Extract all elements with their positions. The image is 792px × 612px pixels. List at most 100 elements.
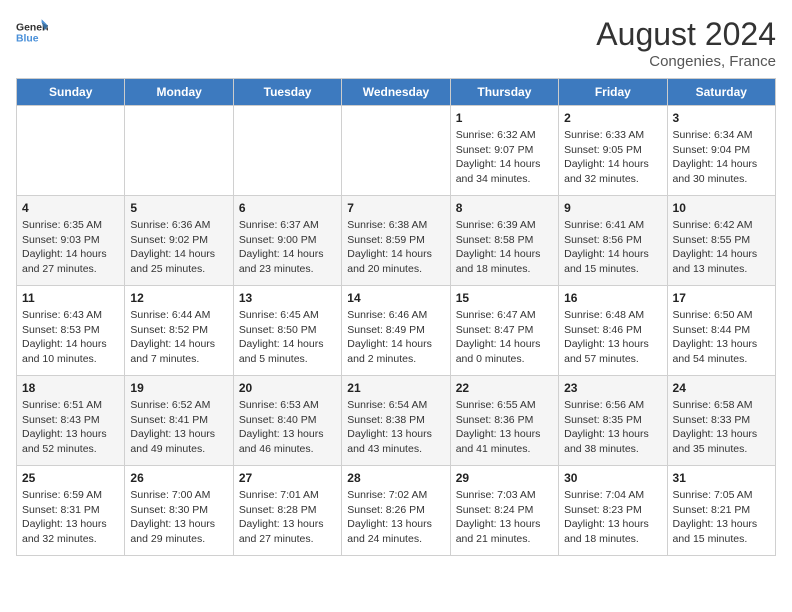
day-of-week-header: Monday (125, 79, 233, 106)
day-info: Sunrise: 6:51 AM Sunset: 8:43 PM Dayligh… (22, 398, 119, 457)
day-number: 29 (456, 471, 553, 485)
calendar-cell (233, 106, 341, 196)
calendar-cell: 28 Sunrise: 7:02 AM Sunset: 8:26 PM Dayli… (342, 466, 450, 556)
calendar-cell: 17Sunrise: 6:50 AM Sunset: 8:44 PM Dayli… (667, 286, 775, 376)
calendar-cell: 14 Sunrise: 6:46 AM Sunset: 8:49 PM Dayli… (342, 286, 450, 376)
day-number: 13 (239, 291, 336, 305)
day-number: 1 (456, 111, 553, 125)
day-info: Sunrise: 7:00 AM Sunset: 8:30 PM Dayligh… (130, 488, 227, 547)
day-number: 20 (239, 381, 336, 395)
day-number: 10 (673, 201, 770, 215)
day-number: 30 (564, 471, 661, 485)
calendar-cell: 18 Sunrise: 6:51 AM Sunset: 8:43 PM Dayli… (17, 376, 125, 466)
day-info: Sunrise: 6:36 AM Sunset: 9:02 PM Dayligh… (130, 218, 227, 277)
day-info: Sunrise: 7:04 AM Sunset: 8:23 PM Dayligh… (564, 488, 661, 547)
month-year-title: August 2024 (596, 16, 776, 53)
day-info: Sunrise: 6:54 AM Sunset: 8:38 PM Dayligh… (347, 398, 444, 457)
day-info: Sunrise: 6:53 AM Sunset: 8:40 PM Dayligh… (239, 398, 336, 457)
day-of-week-header: Thursday (450, 79, 558, 106)
calendar-week-row: 11 Sunrise: 6:43 AM Sunset: 8:53 PM Dayli… (17, 286, 776, 376)
day-number: 14 (347, 291, 444, 305)
day-number: 5 (130, 201, 227, 215)
day-info: Sunrise: 7:05 AM Sunset: 8:21 PM Dayligh… (673, 488, 770, 547)
calendar-cell: 7 Sunrise: 6:38 AM Sunset: 8:59 PM Daylig… (342, 196, 450, 286)
calendar-cell: 26 Sunrise: 7:00 AM Sunset: 8:30 PM Dayli… (125, 466, 233, 556)
calendar-cell: 24Sunrise: 6:58 AM Sunset: 8:33 PM Dayli… (667, 376, 775, 466)
day-info: Sunrise: 6:55 AM Sunset: 8:36 PM Dayligh… (456, 398, 553, 457)
day-info: Sunrise: 6:44 AM Sunset: 8:52 PM Dayligh… (130, 308, 227, 367)
calendar-cell: 13 Sunrise: 6:45 AM Sunset: 8:50 PM Dayli… (233, 286, 341, 376)
day-info: Sunrise: 6:56 AM Sunset: 8:35 PM Dayligh… (564, 398, 661, 457)
day-number: 31 (673, 471, 770, 485)
calendar-cell: 2Sunrise: 6:33 AM Sunset: 9:05 PM Daylig… (559, 106, 667, 196)
page-header: General Blue August 2024 Congenies, Fran… (16, 16, 776, 70)
day-info: Sunrise: 6:46 AM Sunset: 8:49 PM Dayligh… (347, 308, 444, 367)
day-info: Sunrise: 6:32 AM Sunset: 9:07 PM Dayligh… (456, 128, 553, 187)
calendar-cell: 21Sunrise: 6:54 AM Sunset: 8:38 PM Dayli… (342, 376, 450, 466)
calendar-cell: 29 Sunrise: 7:03 AM Sunset: 8:24 PM Dayli… (450, 466, 558, 556)
day-number: 9 (564, 201, 661, 215)
day-info: Sunrise: 6:58 AM Sunset: 8:33 PM Dayligh… (673, 398, 770, 457)
calendar-cell: 6 Sunrise: 6:37 AM Sunset: 9:00 PM Daylig… (233, 196, 341, 286)
calendar-cell: 30 Sunrise: 7:04 AM Sunset: 8:23 PM Dayli… (559, 466, 667, 556)
calendar-cell: 3 Sunrise: 6:34 AM Sunset: 9:04 PM Daylig… (667, 106, 775, 196)
day-info: Sunrise: 6:50 AM Sunset: 8:44 PM Dayligh… (673, 308, 770, 367)
day-number: 23 (564, 381, 661, 395)
calendar-table: SundayMondayTuesdayWednesdayThursdayFrid… (16, 78, 776, 556)
day-info: Sunrise: 6:41 AM Sunset: 8:56 PM Dayligh… (564, 218, 661, 277)
day-info: Sunrise: 7:02 AM Sunset: 8:26 PM Dayligh… (347, 488, 444, 547)
calendar-cell: 19 Sunrise: 6:52 AM Sunset: 8:41 PM Dayli… (125, 376, 233, 466)
calendar-cell: 31 Sunrise: 7:05 AM Sunset: 8:21 PM Dayli… (667, 466, 775, 556)
day-of-week-header: Saturday (667, 79, 775, 106)
calendar-cell (342, 106, 450, 196)
calendar-cell: 5 Sunrise: 6:36 AM Sunset: 9:02 PM Daylig… (125, 196, 233, 286)
day-info: Sunrise: 6:37 AM Sunset: 9:00 PM Dayligh… (239, 218, 336, 277)
day-number: 28 (347, 471, 444, 485)
calendar-cell: 15Sunrise: 6:47 AM Sunset: 8:47 PM Dayli… (450, 286, 558, 376)
day-number: 3 (673, 111, 770, 125)
day-info: Sunrise: 6:59 AM Sunset: 8:31 PM Dayligh… (22, 488, 119, 547)
day-number: 7 (347, 201, 444, 215)
calendar-cell: 9 Sunrise: 6:41 AM Sunset: 8:56 PM Daylig… (559, 196, 667, 286)
calendar-cell: 22 Sunrise: 6:55 AM Sunset: 8:36 PM Dayli… (450, 376, 558, 466)
day-number: 25 (22, 471, 119, 485)
calendar-week-row: 4 Sunrise: 6:35 AM Sunset: 9:03 PM Daylig… (17, 196, 776, 286)
location-subtitle: Congenies, France (596, 53, 776, 70)
day-number: 4 (22, 201, 119, 215)
calendar-week-row: 25 Sunrise: 6:59 AM Sunset: 8:31 PM Dayli… (17, 466, 776, 556)
calendar-cell: 4 Sunrise: 6:35 AM Sunset: 9:03 PM Daylig… (17, 196, 125, 286)
day-info: Sunrise: 6:43 AM Sunset: 8:53 PM Dayligh… (22, 308, 119, 367)
day-info: Sunrise: 6:42 AM Sunset: 8:55 PM Dayligh… (673, 218, 770, 277)
title-section: August 2024 Congenies, France (596, 16, 776, 70)
calendar-cell: 12Sunrise: 6:44 AM Sunset: 8:52 PM Dayli… (125, 286, 233, 376)
day-info: Sunrise: 6:45 AM Sunset: 8:50 PM Dayligh… (239, 308, 336, 367)
logo: General Blue (16, 16, 48, 48)
day-number: 27 (239, 471, 336, 485)
calendar-cell (125, 106, 233, 196)
day-number: 19 (130, 381, 227, 395)
day-info: Sunrise: 7:03 AM Sunset: 8:24 PM Dayligh… (456, 488, 553, 547)
day-of-week-header: Friday (559, 79, 667, 106)
day-number: 8 (456, 201, 553, 215)
calendar-cell: 25 Sunrise: 6:59 AM Sunset: 8:31 PM Dayli… (17, 466, 125, 556)
logo-icon: General Blue (16, 16, 48, 48)
day-info: Sunrise: 6:34 AM Sunset: 9:04 PM Dayligh… (673, 128, 770, 187)
day-info: Sunrise: 6:38 AM Sunset: 8:59 PM Dayligh… (347, 218, 444, 277)
day-number: 26 (130, 471, 227, 485)
day-number: 6 (239, 201, 336, 215)
day-info: Sunrise: 6:48 AM Sunset: 8:46 PM Dayligh… (564, 308, 661, 367)
day-info: Sunrise: 6:33 AM Sunset: 9:05 PM Dayligh… (564, 128, 661, 187)
calendar-cell: 10 Sunrise: 6:42 AM Sunset: 8:55 PM Dayli… (667, 196, 775, 286)
day-info: Sunrise: 6:35 AM Sunset: 9:03 PM Dayligh… (22, 218, 119, 277)
day-number: 18 (22, 381, 119, 395)
day-info: Sunrise: 7:01 AM Sunset: 8:28 PM Dayligh… (239, 488, 336, 547)
day-number: 15 (456, 291, 553, 305)
day-of-week-header: Sunday (17, 79, 125, 106)
day-of-week-header: Wednesday (342, 79, 450, 106)
day-of-week-header: Tuesday (233, 79, 341, 106)
day-info: Sunrise: 6:52 AM Sunset: 8:41 PM Dayligh… (130, 398, 227, 457)
day-number: 16 (564, 291, 661, 305)
day-number: 11 (22, 291, 119, 305)
calendar-header-row: SundayMondayTuesdayWednesdayThursdayFrid… (17, 79, 776, 106)
day-number: 22 (456, 381, 553, 395)
